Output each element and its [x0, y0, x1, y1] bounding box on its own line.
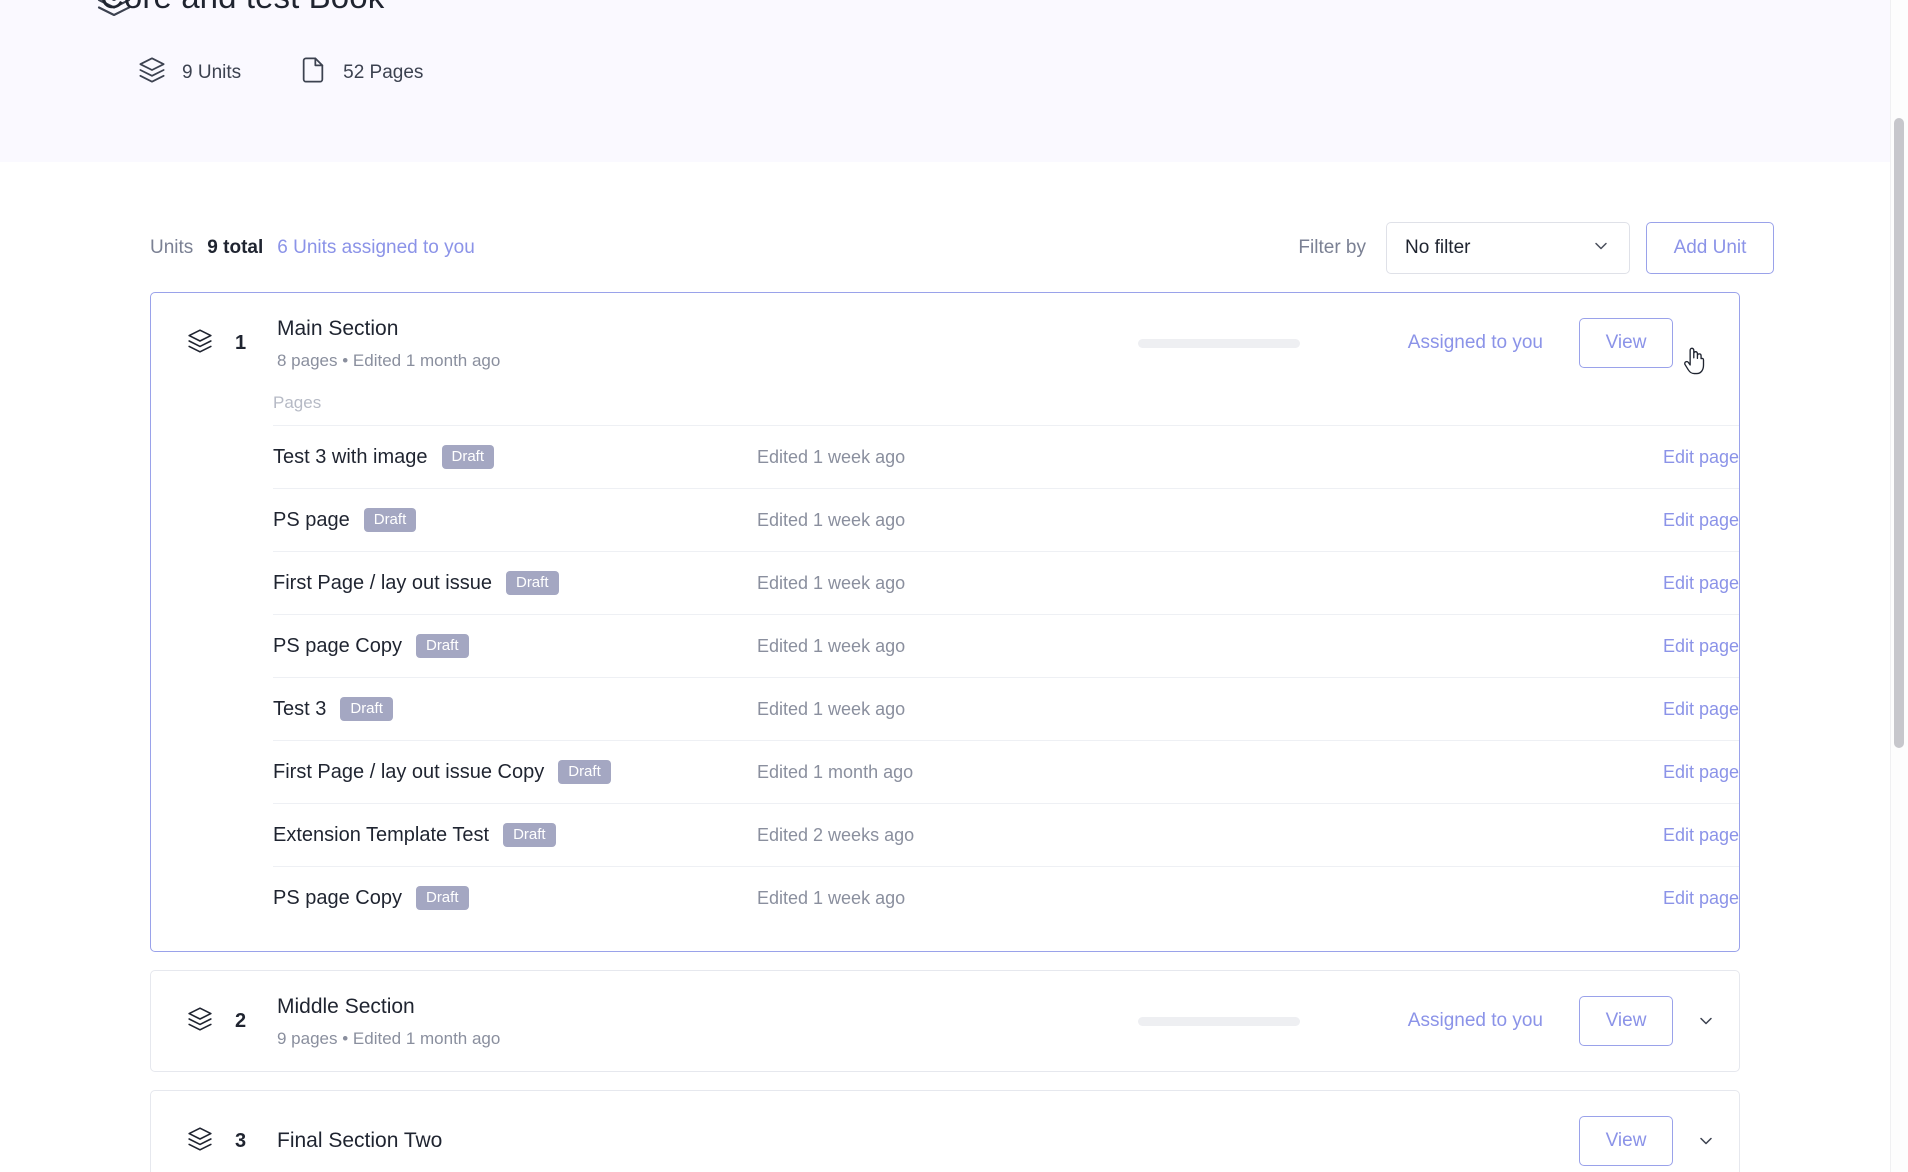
unit-number: 2: [235, 1009, 247, 1032]
status-badge: Draft: [415, 634, 469, 658]
assigned-to-you-link[interactable]: Assigned to you: [1408, 1010, 1543, 1032]
unit-header[interactable]: 2 Middle Section 9 pages • Edited 1 month …: [151, 971, 1739, 1071]
unit-actions: Assigned to you View: [1137, 971, 1739, 1071]
filter-select-value: No filter: [1405, 237, 1471, 258]
page-row[interactable]: Test 3 Draft Edited 1 week ago Edit page: [273, 677, 1739, 740]
layers-icon: [187, 328, 213, 359]
page-title: First Page / lay out issue Copy: [273, 760, 545, 783]
unit-name: Final Section Two: [277, 1129, 443, 1153]
unit-header[interactable]: 3 Final Section Two View: [151, 1091, 1739, 1172]
layers-icon: [187, 1126, 213, 1157]
page-row[interactable]: Extension Template Test Draft Edited 2 wee…: [273, 803, 1739, 866]
view-button[interactable]: View: [1579, 318, 1673, 368]
unit-text: Main Section 8 pages • Edited 1 month ago: [277, 315, 500, 371]
page-edited: Edited 1 week ago: [757, 887, 906, 908]
status-badge: Draft: [558, 760, 611, 784]
page-edited: Edited 1 week ago: [757, 509, 906, 530]
unit-text: Final Section Two: [277, 1127, 442, 1154]
page-title: PS page Copy: [273, 634, 402, 657]
page-edited: Edited 2 weeks ago: [757, 824, 915, 845]
units-total: 9 total: [207, 237, 264, 258]
units-stat: 9 Units: [138, 56, 241, 89]
edit-page-link[interactable]: Edit page: [1663, 762, 1739, 783]
edit-page-link[interactable]: Edit page: [1663, 888, 1739, 909]
page-row[interactable]: PS page Copy Draft Edited 1 week ago Edit p…: [273, 614, 1739, 677]
page-title: Test 3 with image: [273, 445, 428, 468]
chevron-down-icon[interactable]: [1673, 996, 1739, 1046]
pages-stat-label: 52 Pages: [343, 61, 424, 83]
status-badge: Draft: [441, 445, 495, 469]
status-badge: Draft: [415, 886, 469, 910]
filter-controls: Filter by No filter Add Unit: [1298, 222, 1774, 274]
layers-icon: [187, 1006, 213, 1037]
add-unit-button[interactable]: Add Unit: [1646, 222, 1774, 274]
edit-page-link[interactable]: Edit page: [1663, 699, 1739, 720]
pages-section: Pages Test 3 with image Draft Edited 1 week…: [151, 393, 1739, 951]
units-summary: Units 9 total 6 Units assigned to you: [150, 237, 475, 259]
unit-name: Middle Section: [277, 994, 415, 1018]
page-title: Core and test Book: [100, 0, 384, 16]
book-header: Core and test Book 9 Units: [0, 0, 1908, 162]
page-edited: Edited 1 week ago: [757, 446, 906, 467]
pages-stat: 52 Pages: [299, 56, 423, 89]
chevron-down-icon: [1591, 236, 1611, 261]
unit-number: 1: [235, 331, 247, 354]
chevron-down-icon[interactable]: [1673, 1116, 1739, 1166]
unit-actions: Assigned to you View: [1137, 293, 1739, 393]
status-badge: Draft: [340, 697, 393, 721]
page-title: Extension Template Test: [273, 823, 490, 846]
view-button[interactable]: View: [1579, 1116, 1673, 1166]
status-badge: Draft: [503, 823, 556, 847]
unit-actions: View: [1273, 1091, 1739, 1172]
page-title: PS page Copy: [273, 886, 402, 909]
filter-select[interactable]: No filter: [1386, 222, 1630, 274]
page-row[interactable]: First Page / lay out issue Copy Draft Edit…: [273, 740, 1739, 803]
unit-header[interactable]: 1 Main Section 8 pages • Edited 1 month ag…: [151, 293, 1739, 393]
document-icon: [299, 56, 327, 89]
pages-label: Pages: [273, 393, 322, 412]
unit-card[interactable]: 3 Final Section Two View: [150, 1090, 1740, 1172]
page-title: First Page / lay out issue: [273, 571, 492, 594]
page-row[interactable]: Test 3 with image Draft Edited 1 week ago E…: [273, 425, 1739, 488]
layers-icon: [138, 56, 166, 89]
page-edited: Edited 1 week ago: [757, 635, 906, 656]
book-meta: 9 Units 52 Pages: [138, 56, 481, 89]
units-toolbar: Units 9 total 6 Units assigned to you Fi…: [0, 212, 1860, 284]
assigned-to-you-link[interactable]: Assigned to you: [1408, 332, 1543, 354]
scrollbar-track[interactable]: [1890, 0, 1908, 1172]
scrollbar-thumb[interactable]: [1894, 118, 1904, 748]
unit-subtitle: 9 pages • Edited 1 month ago: [277, 1029, 501, 1049]
page-row[interactable]: PS page Copy Draft Edited 1 week ago Edit p…: [273, 866, 1739, 929]
chevron-down-icon[interactable]: [1673, 318, 1739, 368]
page-row[interactable]: First Page / lay out issue Draft Edited 1 …: [273, 551, 1739, 614]
status-badge: Draft: [505, 571, 559, 595]
filter-by-label: Filter by: [1298, 237, 1366, 258]
unit-text: Middle Section 9 pages • Edited 1 month a…: [277, 993, 500, 1049]
units-page: Core and test Book 9 Units: [0, 0, 1908, 1172]
edit-page-link[interactable]: Edit page: [1663, 510, 1739, 531]
unit-card[interactable]: 2 Middle Section 9 pages • Edited 1 month …: [150, 970, 1740, 1072]
page-edited: Edited 1 week ago: [757, 698, 906, 719]
progress-bar: [1137, 1016, 1300, 1026]
edit-page-link[interactable]: Edit page: [1663, 636, 1739, 657]
unit-card[interactable]: 1 Main Section 8 pages • Edited 1 month ag…: [150, 292, 1740, 952]
edit-page-link[interactable]: Edit page: [1663, 447, 1739, 468]
units-stat-label: 9 Units: [182, 61, 242, 83]
status-badge: Draft: [363, 508, 417, 532]
page-edited: Edited 1 month ago: [757, 761, 914, 782]
view-button[interactable]: View: [1579, 996, 1673, 1046]
edit-page-link[interactable]: Edit page: [1663, 573, 1739, 594]
unit-number: 3: [235, 1129, 247, 1152]
page-title: Test 3: [273, 697, 327, 720]
edit-page-link[interactable]: Edit page: [1663, 825, 1739, 846]
page-row[interactable]: PS page Draft Edited 1 week ago Edit page: [273, 488, 1739, 551]
page-edited: Edited 1 week ago: [757, 572, 906, 593]
unit-subtitle: 8 pages • Edited 1 month ago: [277, 351, 501, 371]
progress-bar: [1137, 338, 1300, 348]
units-label: Units: [150, 237, 194, 258]
units-list: 1 Main Section 8 pages • Edited 1 month ag…: [150, 292, 1740, 1172]
units-assigned-link[interactable]: 6 Units assigned to you: [277, 237, 475, 259]
page-title: PS page: [273, 508, 350, 531]
unit-name: Main Section: [277, 316, 399, 340]
